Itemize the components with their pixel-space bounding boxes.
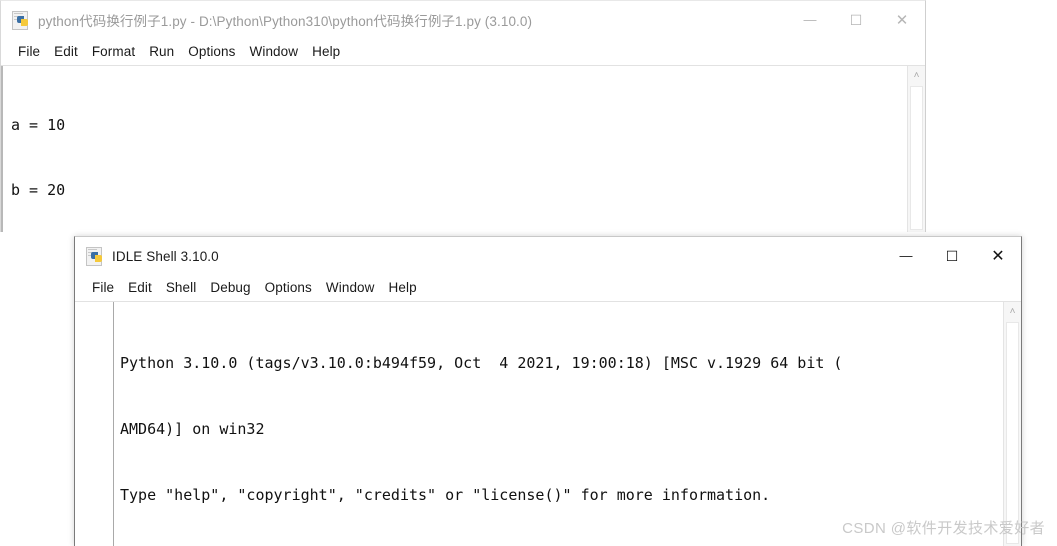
shell-window-controls[interactable]: — ☐ ✕ xyxy=(883,237,1021,275)
editor-vertical-scrollbar[interactable]: ˄ xyxy=(907,66,925,232)
menu-window[interactable]: Window xyxy=(319,280,382,295)
shell-close-button[interactable]: ✕ xyxy=(975,237,1021,275)
menu-run[interactable]: Run xyxy=(142,44,181,59)
close-icon: ✕ xyxy=(991,248,1005,265)
editor-close-button[interactable]: ✕ xyxy=(879,1,925,39)
shell-output[interactable]: Python 3.10.0 (tags/v3.10.0:b494f59, Oct… xyxy=(114,302,1003,546)
editor-menubar[interactable]: File Edit Format Run Options Window Help xyxy=(1,39,925,64)
menu-file[interactable]: File xyxy=(85,280,121,295)
editor-titlebar[interactable]: python代码换行例子1.py - D:\Python\Python310\p… xyxy=(1,1,925,39)
shell-line: Type "help", "copyright", "credits" or "… xyxy=(120,486,771,504)
code-editor[interactable]: a = 10 b = 20 c = a + \ b print\ (c) xyxy=(1,66,907,232)
menu-format[interactable]: Format xyxy=(85,44,142,59)
shell-line: AMD64)] on win32 xyxy=(120,420,265,438)
python-shell-icon xyxy=(86,247,104,266)
python-file-icon xyxy=(12,11,30,30)
editor-window-controls[interactable]: — ☐ ✕ xyxy=(787,1,925,39)
minimize-icon: — xyxy=(899,247,913,263)
scroll-up-arrow-icon[interactable]: ˄ xyxy=(1010,307,1016,317)
shell-line: Python 3.10.0 (tags/v3.10.0:b494f59, Oct… xyxy=(120,354,843,372)
editor-text-area[interactable]: a = 10 b = 20 c = a + \ b print\ (c) ˄ xyxy=(1,65,925,232)
menu-edit[interactable]: Edit xyxy=(121,280,159,295)
maximize-icon: ☐ xyxy=(849,11,863,28)
menu-help[interactable]: Help xyxy=(382,280,424,295)
minimize-icon: — xyxy=(803,11,817,27)
shell-scrollbar-thumb[interactable] xyxy=(1006,322,1019,544)
menu-shell[interactable]: Shell xyxy=(159,280,204,295)
editor-minimize-button[interactable]: — xyxy=(787,1,833,39)
shell-title-text: IDLE Shell 3.10.0 xyxy=(112,248,219,264)
editor-maximize-button[interactable]: ☐ xyxy=(833,1,879,39)
shell-vertical-scrollbar[interactable]: ˄ xyxy=(1003,302,1021,546)
code-line: a = 10 xyxy=(11,116,66,134)
editor-scrollbar-thumb[interactable] xyxy=(910,86,923,230)
shell-window[interactable]: IDLE Shell 3.10.0 — ☐ ✕ File Edit Shell … xyxy=(74,236,1022,546)
shell-maximize-button[interactable]: ☐ xyxy=(929,237,975,275)
menu-options[interactable]: Options xyxy=(181,44,242,59)
menu-window[interactable]: Window xyxy=(243,44,306,59)
menu-file[interactable]: File xyxy=(11,44,47,59)
maximize-icon: ☐ xyxy=(945,247,959,264)
menu-debug[interactable]: Debug xyxy=(203,280,257,295)
shell-text-area[interactable]: >>> >>> Python 3.10.0 (tags/v3.10.0:b494… xyxy=(75,301,1021,546)
editor-window[interactable]: python代码换行例子1.py - D:\Python\Python310\p… xyxy=(0,0,926,232)
shell-minimize-button[interactable]: — xyxy=(883,237,929,275)
shell-titlebar[interactable]: IDLE Shell 3.10.0 — ☐ ✕ xyxy=(75,237,1021,275)
shell-menubar[interactable]: File Edit Shell Debug Options Window Hel… xyxy=(75,275,1021,300)
editor-title-text: python代码换行例子1.py - D:\Python\Python310\p… xyxy=(38,14,533,29)
shell-prompt-gutter: >>> >>> xyxy=(75,302,114,546)
menu-options[interactable]: Options xyxy=(258,280,319,295)
menu-help[interactable]: Help xyxy=(305,44,347,59)
scroll-up-arrow-icon[interactable]: ˄ xyxy=(914,71,920,81)
code-line: b = 20 xyxy=(11,180,66,199)
close-icon: ✕ xyxy=(895,12,909,29)
menu-edit[interactable]: Edit xyxy=(47,44,85,59)
